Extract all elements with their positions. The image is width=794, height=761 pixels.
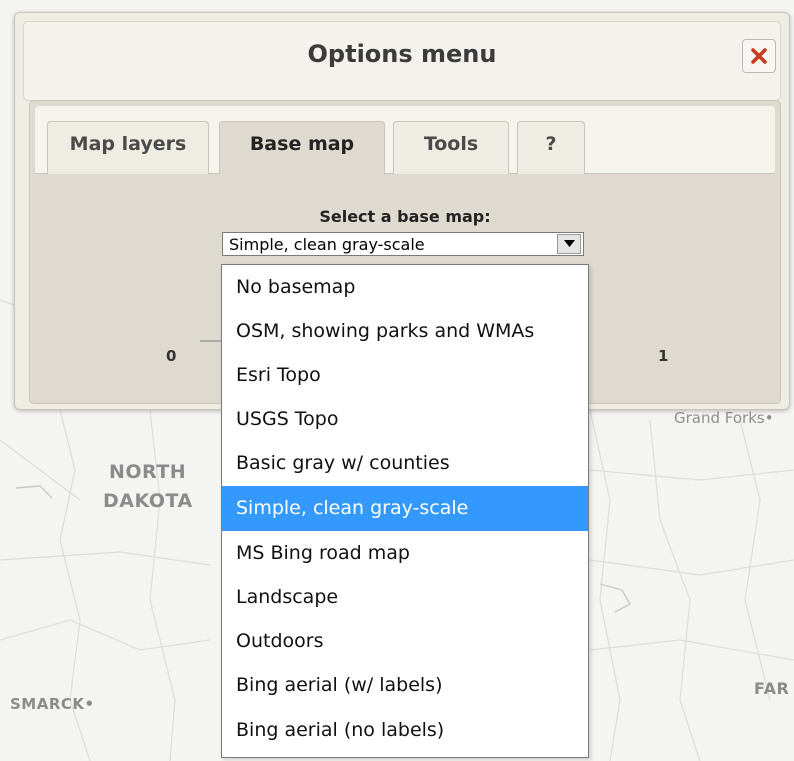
dialog-title: Options menu bbox=[307, 40, 497, 68]
chevron-down-icon bbox=[564, 240, 575, 247]
map-label-north: NORTH bbox=[109, 461, 187, 483]
select-dropdown-button[interactable] bbox=[557, 234, 581, 254]
slider-max-label: 1 bbox=[658, 347, 669, 365]
option-simple-clean-gray-scale[interactable]: Simple, clean gray-scale bbox=[222, 486, 588, 531]
option-usgs-topo[interactable]: USGS Topo bbox=[222, 397, 588, 442]
option-basic-gray-counties[interactable]: Basic gray w/ counties bbox=[222, 441, 588, 486]
option-bing-aerial-labels[interactable]: Bing aerial (w/ labels) bbox=[222, 663, 588, 708]
base-map-select[interactable]: Simple, clean gray-scale bbox=[222, 232, 584, 256]
option-landscape[interactable]: Landscape bbox=[222, 575, 588, 620]
option-osm-parks-wmas[interactable]: OSM, showing parks and WMAs bbox=[222, 309, 588, 354]
dialog-header[interactable]: Options menu bbox=[23, 21, 781, 101]
map-label-bismarck: SMARCK• bbox=[10, 695, 95, 713]
option-outdoors[interactable]: Outdoors bbox=[222, 619, 588, 664]
option-ms-bing-road-map[interactable]: MS Bing road map bbox=[222, 531, 588, 576]
tab-map-layers[interactable]: Map layers bbox=[47, 121, 209, 174]
tab-base-map[interactable]: Base map bbox=[219, 121, 385, 175]
map-label-grand-forks: Grand Forks• bbox=[674, 409, 774, 427]
map-label-dakota: DAKOTA bbox=[103, 490, 193, 512]
slider-min-label: 0 bbox=[166, 347, 177, 365]
base-map-select-label: Select a base map: bbox=[319, 207, 491, 226]
option-no-basemap[interactable]: No basemap bbox=[222, 265, 588, 310]
option-bing-aerial-no-labels[interactable]: Bing aerial (no labels) bbox=[222, 708, 588, 753]
base-map-dropdown-list: No basemap OSM, showing parks and WMAs E… bbox=[221, 264, 589, 758]
close-button[interactable] bbox=[742, 39, 776, 73]
option-esri-topo[interactable]: Esri Topo bbox=[222, 353, 588, 398]
tab-tools[interactable]: Tools bbox=[393, 121, 509, 174]
tab-help[interactable]: ? bbox=[517, 121, 585, 174]
map-label-fargo: FAR bbox=[754, 679, 790, 698]
tab-bar: Map layers Base map Tools ? bbox=[35, 106, 775, 175]
close-x-icon bbox=[751, 48, 767, 64]
base-map-select-value: Simple, clean gray-scale bbox=[229, 235, 425, 254]
